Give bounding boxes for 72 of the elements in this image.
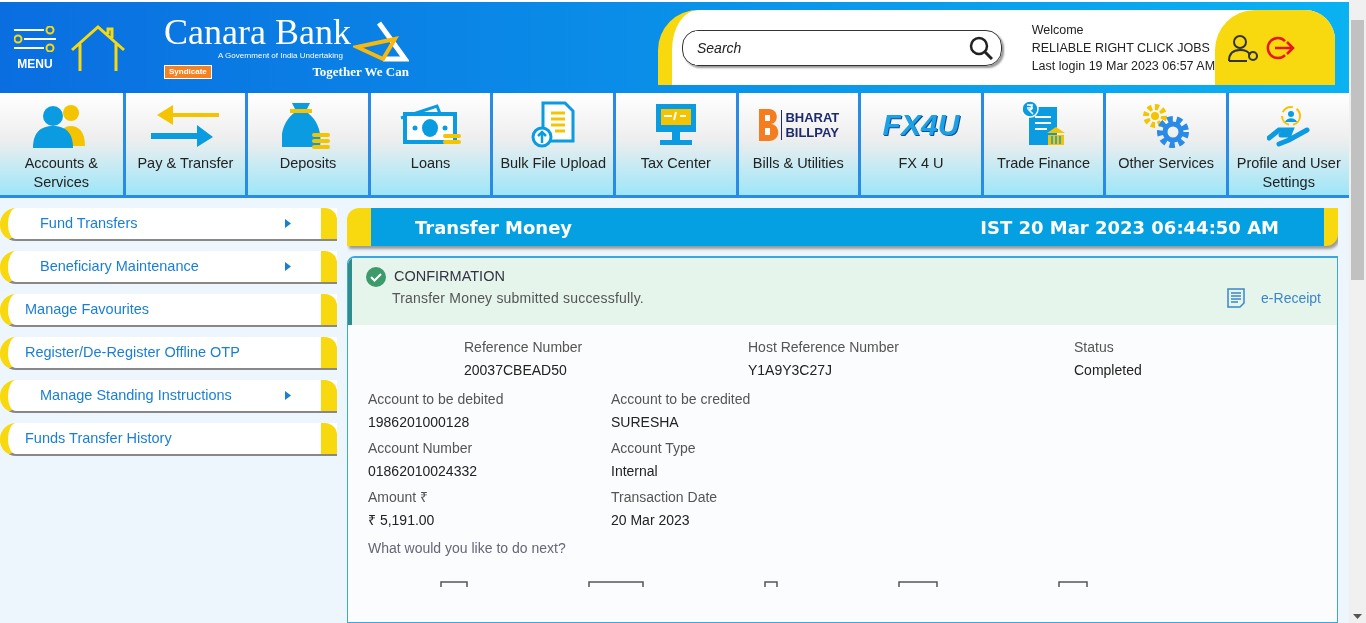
e-receipt-link[interactable]: e-Receipt — [1261, 287, 1321, 309]
nav-tab[interactable]: Tax Center — [612, 93, 736, 195]
banknotes-icon — [398, 104, 463, 146]
field-label: Host Reference Number — [748, 338, 900, 357]
sidebar-item[interactable]: Manage Standing Instructions — [0, 380, 337, 413]
field-label: Status — [1074, 338, 1115, 357]
field-value: 01862010024332 — [368, 462, 478, 481]
field-label: Transaction Date — [611, 488, 719, 507]
field-label: Account to be credited — [611, 390, 752, 409]
timestamp: IST 20 Mar 2023 06:44:50 AM — [980, 215, 1279, 240]
user-settings-icon[interactable] — [1227, 33, 1260, 62]
page-title: Transfer Money — [415, 215, 573, 240]
arrows-icon — [149, 103, 222, 147]
field-value: 20 Mar 2023 — [611, 511, 691, 530]
last-login-text: Last login 19 Mar 2023 06:57 AM — [1031, 57, 1216, 75]
sidebar-item[interactable]: Manage Favourites — [0, 294, 337, 327]
field-value: Completed — [1074, 361, 1142, 380]
search-input[interactable]: Search — [695, 30, 969, 65]
nav-tab[interactable]: Deposits — [245, 93, 368, 195]
nav-tab[interactable]: BHARAT BILLPAY Bills & Utilities — [735, 93, 859, 195]
scrollbar[interactable] — [1349, 0, 1366, 623]
sidebar-item[interactable]: Register/De-Register Offline OTP — [0, 337, 337, 370]
field-value: 20037CBEAD50 — [464, 361, 568, 380]
gears-icon — [1141, 102, 1192, 148]
sidebar-item[interactable]: Fund Transfers — [0, 208, 337, 241]
triangle-logo-icon — [352, 20, 409, 63]
field-value: Y1A9Y3C27J — [748, 361, 834, 380]
nav-tab[interactable]: Bulk File Upload — [490, 93, 613, 195]
home-icon[interactable] — [70, 23, 126, 72]
slogan: Together We Can — [312, 62, 409, 81]
nav-tab[interactable]: Pay & Transfer — [122, 93, 246, 195]
confirmation-title: CONFIRMATION — [394, 267, 505, 286]
field-label: Account to be debited — [368, 390, 505, 409]
nav-tab[interactable]: Trade Finance — [980, 93, 1104, 195]
search-icon[interactable] — [968, 35, 993, 60]
field-value: SURESHA — [611, 413, 680, 432]
field-label: Account Type — [611, 439, 697, 458]
tagline: A Government of India Undertaking — [216, 49, 343, 62]
scroll-down-arrow-icon[interactable] — [1353, 614, 1362, 619]
sidebar-item[interactable]: Funds Transfer History — [0, 423, 337, 456]
bank-name: Canara Bank — [164, 13, 351, 50]
search-field[interactable]: Search — [682, 29, 1002, 66]
nav-tab[interactable]: FX4U FX 4 U — [858, 93, 981, 195]
check-circle-icon — [366, 266, 386, 287]
next-steps-prompt: What would you like to do next? — [367, 539, 567, 558]
caret-right-icon — [285, 219, 291, 228]
nav-tab[interactable]: Accounts & Services — [0, 93, 123, 195]
b-logo-icon — [757, 107, 780, 143]
field-value: Internal — [611, 462, 659, 481]
field-label: Amount ₹ — [368, 488, 430, 507]
sidebar-item[interactable]: Beneficiary Maintenance — [0, 251, 337, 284]
caret-right-icon — [285, 391, 291, 400]
nav-tab[interactable]: Loans — [367, 93, 491, 195]
field-value: 1986201000128 — [368, 413, 471, 432]
user-name: RELIABLE RIGHT CLICK JOBS — [1031, 39, 1211, 57]
fx-logo: FX4U — [882, 110, 960, 140]
nav-tab[interactable]: Other Services — [1103, 93, 1226, 195]
partner-logo: Syndicate — [164, 64, 212, 79]
bank-logo[interactable]: Canara Bank A Government of India Undertaking Syndicate Together We Can — [164, 13, 409, 82]
field-label: Account Number — [368, 439, 474, 458]
field-value: ₹ 5,191.00 — [368, 511, 436, 530]
confirmation-message: Transfer Money submitted successfully. — [392, 288, 644, 308]
nav-tab[interactable]: Profile and User Settings — [1225, 93, 1349, 195]
bharat-billpay-logo: BHARAT BILLPAY — [757, 107, 840, 143]
document-upload-icon — [531, 101, 576, 149]
menu-icon — [14, 25, 56, 52]
welcome-text: Welcome — [1031, 21, 1085, 39]
caret-right-icon — [285, 262, 291, 271]
field-label: Reference Number — [464, 338, 584, 357]
logout-icon[interactable] — [1265, 34, 1296, 61]
computer-monitor-icon — [653, 102, 698, 148]
menu-button[interactable]: MENU — [14, 25, 56, 70]
